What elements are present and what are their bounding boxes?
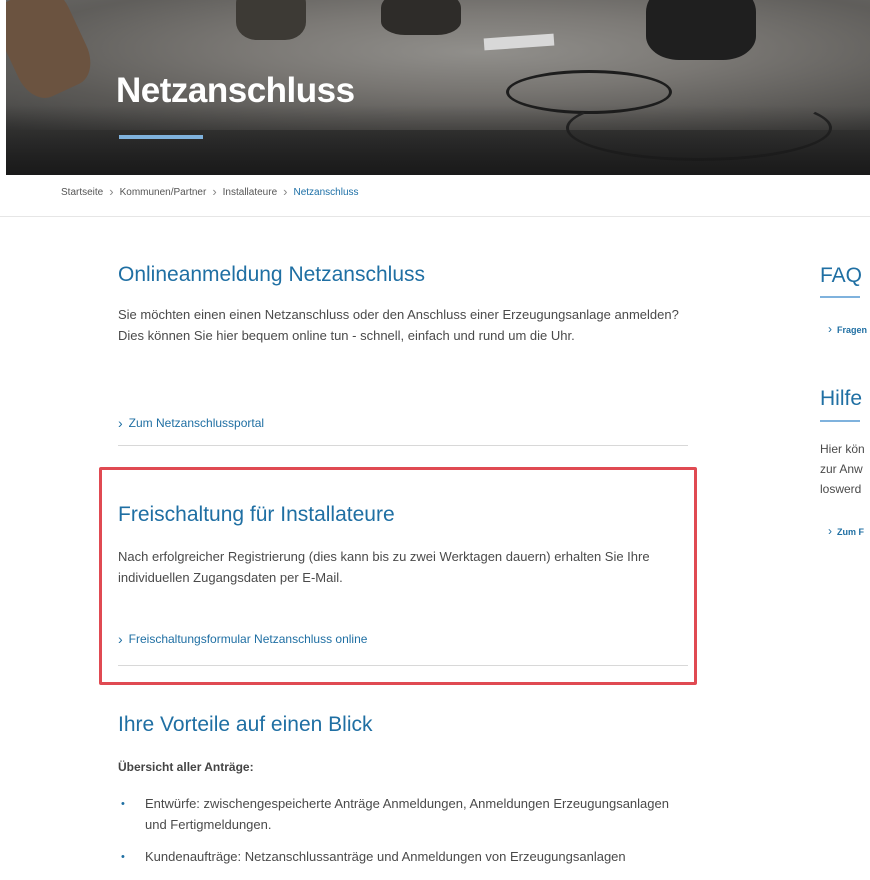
breadcrumb-item-kommunen[interactable]: Kommunen/Partner [120, 187, 207, 198]
sidebar-hilfe-line: loswerd [820, 482, 862, 496]
breadcrumb-item-installateure[interactable]: Installateure [223, 187, 277, 198]
sidebar-hilfe-link[interactable]: › Zum F [828, 524, 864, 538]
chevron-right-icon: › [118, 415, 123, 431]
breadcrumb-item-startseite[interactable]: Startseite [61, 187, 103, 198]
hero-banner: Netzanschluss [6, 0, 870, 175]
breadcrumb: Startseite › Kommunen/Partner › Installateur… [61, 184, 359, 199]
hero-shoe-image [236, 0, 306, 40]
section-text-onlineanmeldung: Sie möchten einen einen Netzanschluss od… [118, 307, 679, 343]
hero-shade [6, 105, 870, 175]
list-item: Kundenaufträge: Netzanschlussanträge und… [118, 847, 693, 868]
section-divider [118, 445, 688, 446]
chevron-right-icon: › [828, 524, 832, 538]
freischaltungsformular-link[interactable]: › Freischaltungsformular Netzanschluss o… [118, 631, 367, 647]
sidebar-hilfe-title: Hilfe [820, 387, 863, 410]
sidebar-hilfe-line: Hier kön [820, 442, 865, 456]
breadcrumb-divider [0, 216, 870, 217]
sidebar-faq-title: FAQ [820, 264, 863, 287]
chevron-right-icon: › [828, 322, 832, 336]
section-title-vorteile: Ihre Vorteile auf einen Blick [118, 713, 373, 736]
link-label: Fragen [837, 325, 868, 335]
link-label: Zum Netzanschlussportal [128, 416, 265, 430]
chevron-right-icon: › [212, 184, 217, 199]
sidebar-hilfe-line: zur Anw [820, 462, 863, 476]
sidebar-faq-underline [820, 296, 860, 298]
chevron-right-icon: › [283, 184, 288, 199]
vorteile-list: Entwürfe: zwischengespeicherte Anträge A… [118, 794, 693, 880]
sidebar-faq-link[interactable]: › Fragen [828, 322, 867, 336]
sidebar-hilfe-underline [820, 420, 860, 422]
title-underline [119, 135, 203, 139]
section-title-freischaltung: Freischaltung für Installateure [118, 503, 395, 526]
list-item: Entwürfe: zwischengespeicherte Anträge A… [118, 794, 693, 835]
link-label: Zum F [837, 527, 864, 537]
chevron-right-icon: › [109, 184, 114, 199]
section-title-onlineanmeldung: Onlineanmeldung Netzanschluss [118, 263, 426, 286]
chevron-right-icon: › [118, 631, 123, 647]
section-text-freischaltung: Nach erfolgreicher Registrierung (dies k… [118, 549, 650, 585]
page-title: Netzanschluss [116, 71, 355, 110]
hero-shoe-image [381, 0, 461, 35]
section-subtitle-vorteile: Übersicht aller Anträge: [118, 760, 254, 774]
link-label: Freischaltungsformular Netzanschluss onl… [128, 632, 368, 646]
section-divider [118, 665, 688, 666]
breadcrumb-current: Netzanschluss [293, 187, 359, 198]
sidebar-hilfe-text: Hier kön zur Anw loswerd [820, 439, 870, 499]
hero-shoe-image [646, 0, 756, 60]
netzanschlussportal-link[interactable]: › Zum Netzanschlussportal [118, 415, 264, 431]
